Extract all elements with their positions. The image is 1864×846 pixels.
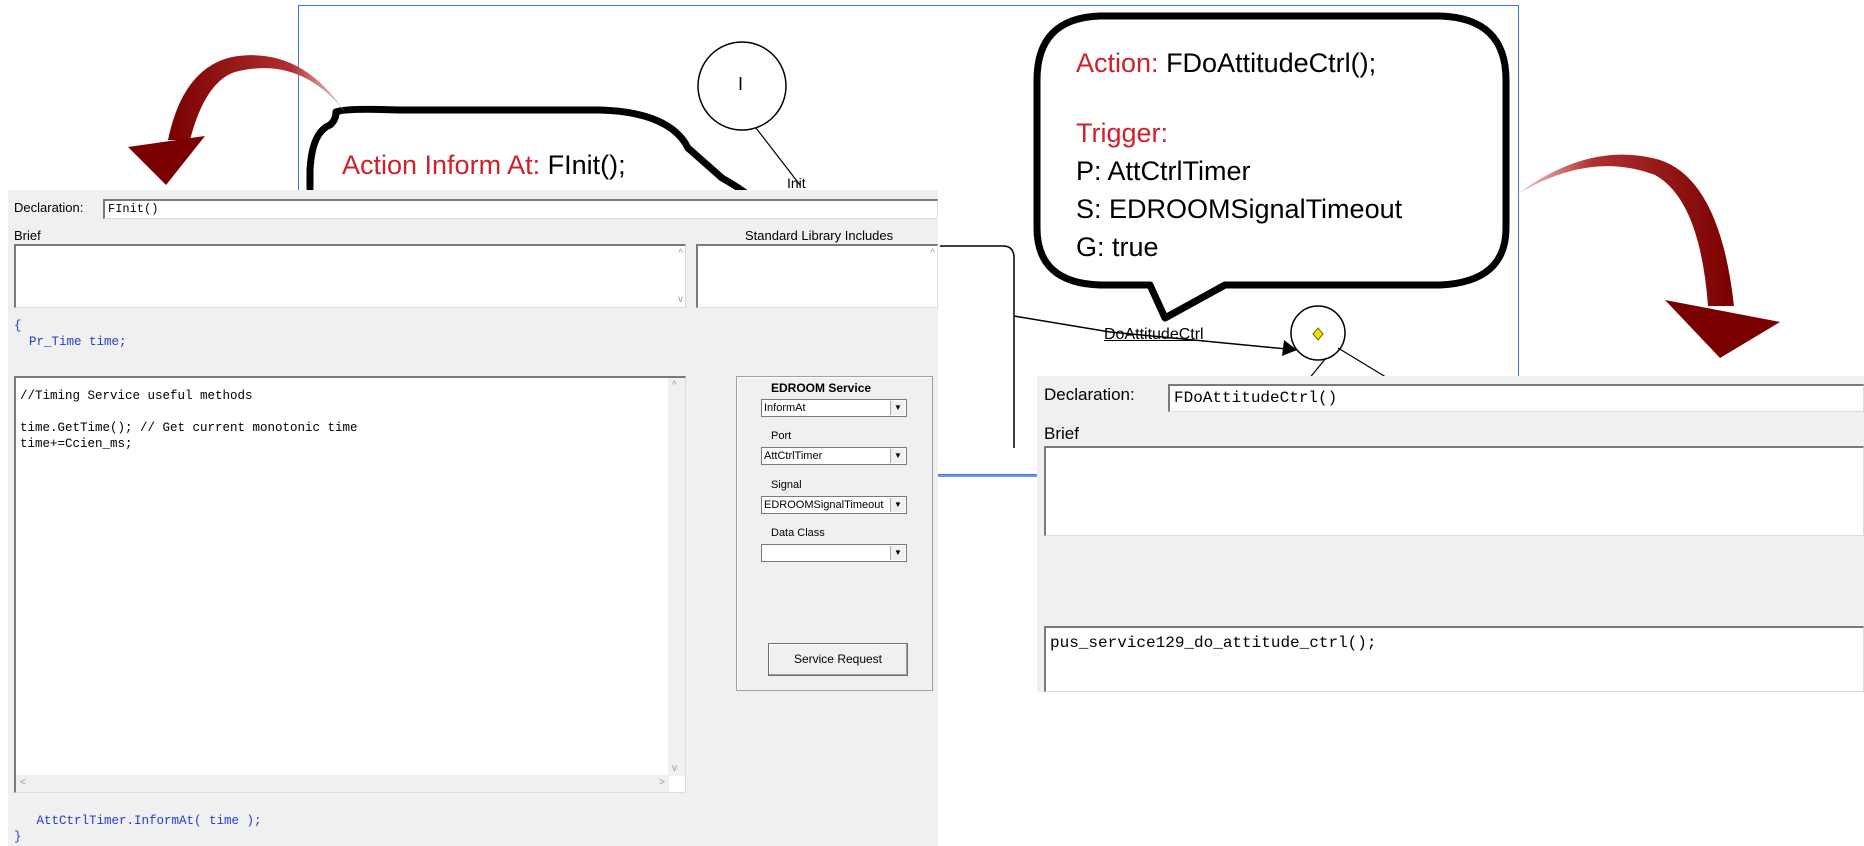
scroll-down-icon[interactable]: v xyxy=(678,294,683,305)
chevron-down-icon[interactable]: ▼ xyxy=(890,546,905,560)
action-keyword: Action: xyxy=(1076,48,1159,78)
code-editor[interactable]: //Timing Service useful methods time.Get… xyxy=(14,376,686,793)
trigger-signal-line: S: EDROOMSignalTimeout xyxy=(1076,194,1403,224)
pre-code-line-2: Pr_Time time; xyxy=(14,335,127,349)
code-line-1: //Timing Service useful methods xyxy=(20,389,253,403)
declaration-input[interactable]: FInit() xyxy=(103,199,938,219)
scroll-right-icon[interactable]: > xyxy=(659,777,665,788)
data-class-select[interactable]: ▼ xyxy=(761,544,907,562)
data-class-label: Data Class xyxy=(771,527,825,539)
transition-label: DoAttitudeCtrl xyxy=(1104,326,1204,343)
right-declaration-input[interactable]: FDoAttitudeCtrl() xyxy=(1168,384,1864,412)
right-brief-label: Brief xyxy=(1044,424,1079,443)
action-inform-keyword: Action Inform At: xyxy=(342,150,541,180)
scroll-down-icon[interactable]: v xyxy=(672,763,677,774)
scroll-up-icon[interactable]: ^ xyxy=(672,380,677,391)
chevron-down-icon[interactable]: ▼ xyxy=(890,401,905,415)
signal-select[interactable]: EDROOMSignalTimeout ▼ xyxy=(761,496,907,514)
action-inform-function: FInit(); xyxy=(547,150,626,180)
port-select[interactable]: AttCtrlTimer ▼ xyxy=(761,447,907,465)
curved-arrow-right xyxy=(1516,154,1734,306)
pre-code-line-1: { xyxy=(14,319,22,333)
chevron-down-icon[interactable]: ▼ xyxy=(890,498,905,512)
post-code-line-2: } xyxy=(14,830,22,844)
scroll-up-icon[interactable]: ^ xyxy=(678,248,683,259)
trigger-port-line: P: AttCtrlTimer xyxy=(1076,156,1251,186)
init-transition-label: Init xyxy=(787,175,806,191)
scroll-up-icon[interactable]: ^ xyxy=(930,248,935,259)
trigger-keyword: Trigger: xyxy=(1076,118,1169,148)
trigger-guard-line: G: true xyxy=(1076,232,1159,262)
bubble-left-text: Action Inform At: FInit(); xyxy=(342,150,626,181)
right-code-editor[interactable]: pus_service129_do_attitude_ctrl(); xyxy=(1044,626,1864,692)
brief-textarea[interactable]: ^ v xyxy=(14,244,686,308)
curved-arrow-left xyxy=(168,55,345,140)
right-declaration-label: Declaration: xyxy=(1044,385,1135,404)
right-action-editor: Declaration: FDoAttitudeCtrl() Brief pus… xyxy=(1037,376,1864,692)
curved-arrow-right-head xyxy=(1665,300,1780,358)
signal-label: Signal xyxy=(771,479,802,491)
code-line-4: time+=Ccien_ms; xyxy=(20,437,133,451)
service-select[interactable]: InformAt ▼ xyxy=(761,399,907,417)
horizontal-scrollbar[interactable]: < > xyxy=(16,775,669,792)
chevron-down-icon[interactable]: ▼ xyxy=(890,449,905,463)
edroom-service-group: EDROOM Service InformAt ▼ Port AttCtrlTim… xyxy=(736,376,933,691)
vertical-scrollbar[interactable]: ^ v xyxy=(668,378,685,776)
right-code-line-1: pus_service129_do_attitude_ctrl(); xyxy=(1050,634,1377,652)
scroll-left-icon[interactable]: < xyxy=(20,777,26,788)
brief-label: Brief xyxy=(14,228,41,243)
std-lib-textarea[interactable]: ^ xyxy=(696,244,938,308)
action-function: FDoAttitudeCtrl(); xyxy=(1166,48,1377,78)
post-code-line-1: AttCtrlTimer.InformAt( time ); xyxy=(14,814,262,828)
service-request-button[interactable]: Service Request xyxy=(768,643,908,676)
edroom-service-title: EDROOM Service xyxy=(771,381,872,395)
left-action-editor: Declaration: FInit() Brief Standard Libr… xyxy=(8,190,938,846)
right-brief-textarea[interactable] xyxy=(1044,446,1864,536)
code-line-3: time.GetTime(); // Get current monotonic… xyxy=(20,421,358,435)
initial-state-label: I xyxy=(738,74,744,94)
declaration-label: Declaration: xyxy=(14,200,84,215)
std-lib-label: Standard Library Includes xyxy=(745,228,894,243)
port-label: Port xyxy=(771,430,792,442)
curved-arrow-left-head xyxy=(128,136,205,185)
bubble-right-text: Action: FDoAttitudeCtrl(); Trigger: P: A… xyxy=(1076,44,1402,266)
